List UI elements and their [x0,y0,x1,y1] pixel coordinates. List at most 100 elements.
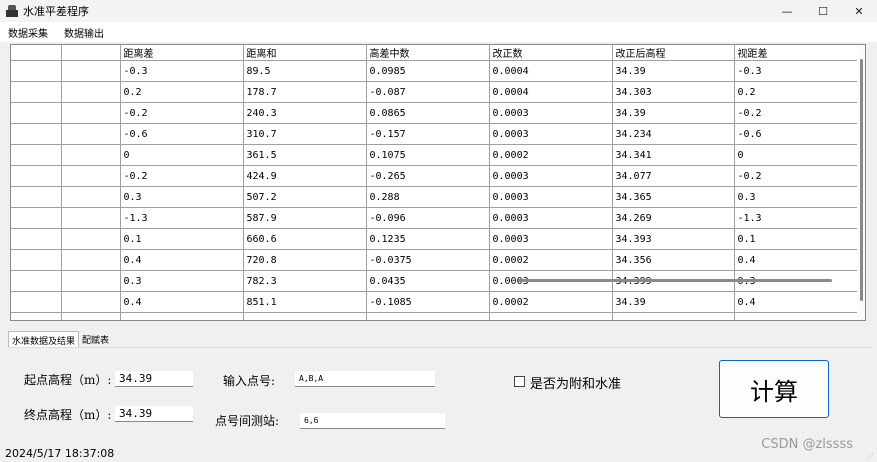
table-cell[interactable] [61,81,121,103]
table-cell[interactable]: -0.0375 [366,249,490,271]
column-header[interactable]: 距离和 [243,45,367,61]
table-cell[interactable] [11,81,62,103]
table-cell[interactable]: 851.1 [243,291,367,313]
table-cell[interactable] [612,312,735,320]
table-cell[interactable]: 0.4 [734,291,858,313]
table-cell[interactable]: -1.3 [734,207,858,229]
stations-input[interactable]: 6,6 [300,413,445,429]
table-cell[interactable]: 0 [734,144,858,166]
column-header[interactable] [11,45,62,61]
table-cell[interactable]: 0.0004 [489,60,613,82]
table-cell[interactable]: 0.0002 [489,249,613,271]
start-elevation-input[interactable]: 34.39 [115,371,193,387]
table-cell[interactable]: 0.4 [120,291,244,313]
table-cell[interactable]: -0.3 [734,60,858,82]
table-cell[interactable]: -0.6 [120,123,244,145]
table-row[interactable]: -1.3 587.9 -0.096 0.0003 34.269 -1.3 [11,207,858,229]
table-cell[interactable] [61,123,121,145]
maximize-button[interactable]: ☐ [805,0,841,22]
table-cell[interactable]: 34.39 [612,102,735,124]
table-cell[interactable] [489,312,613,320]
table-cell[interactable]: 0.1235 [366,228,490,250]
table-cell[interactable] [61,144,121,166]
table-cell[interactable]: 34.393 [612,228,735,250]
table-cell[interactable]: 587.9 [243,207,367,229]
table-cell[interactable]: 424.9 [243,165,367,187]
table-cell[interactable]: 0 [120,144,244,166]
table-cell[interactable] [61,249,121,271]
table-cell[interactable]: -1.3 [120,207,244,229]
column-header[interactable] [61,45,121,61]
table-row[interactable]: -0.3 89.5 0.0985 0.0004 34.39 -0.3 [11,60,858,82]
table-cell[interactable]: 34.303 [612,81,735,103]
table-cell[interactable] [11,228,62,250]
horizontal-scroll-thumb[interactable] [518,279,832,282]
table-cell[interactable]: 0.0435 [366,270,490,292]
table-cell[interactable]: 0.288 [366,186,490,208]
table-cell[interactable]: 0.0985 [366,60,490,82]
table-cell[interactable]: 0.0003 [489,102,613,124]
table-cell[interactable]: 34.077 [612,165,735,187]
vertical-scroll-thumb[interactable] [860,59,863,301]
table-cell[interactable]: -0.2 [734,165,858,187]
table-cell[interactable]: 0.4 [734,249,858,271]
table-cell[interactable]: 720.8 [243,249,367,271]
table-cell[interactable]: 0.3 [120,186,244,208]
table-cell[interactable] [11,291,62,313]
table-row[interactable]: -0.6 310.7 -0.157 0.0003 34.234 -0.6 [11,123,858,145]
table-cell[interactable]: 0.0003 [489,186,613,208]
table-cell[interactable]: 782.3 [243,270,367,292]
annexed-level-checkbox[interactable] [514,376,525,387]
table-cell[interactable] [11,123,62,145]
table-cell[interactable] [61,228,121,250]
table-row[interactable]: -0.2 424.9 -0.265 0.0003 34.077 -0.2 [11,165,858,187]
table-cell[interactable]: 0.2 [120,81,244,103]
table-cell[interactable] [11,312,62,320]
table-cell[interactable] [11,60,62,82]
close-button[interactable]: ✕ [841,0,877,22]
table-cell[interactable]: 0.0004 [489,81,613,103]
table-cell[interactable]: 34.269 [612,207,735,229]
table-cell[interactable]: -0.2 [120,165,244,187]
table-cell[interactable] [243,312,367,320]
table-cell[interactable] [61,165,121,187]
tab-allocation-table[interactable]: 配赋表 [79,331,112,346]
table-cell[interactable]: 507.2 [243,186,367,208]
compute-button[interactable]: 计算 [719,360,829,418]
table-cell[interactable]: 361.5 [243,144,367,166]
table-cell[interactable]: 34.341 [612,144,735,166]
table-cell[interactable]: -0.087 [366,81,490,103]
table-cell[interactable] [366,312,490,320]
table-cell[interactable]: 0.0003 [489,207,613,229]
table-row[interactable]: 0.1 660.6 0.1235 0.0003 34.393 0.1 [11,228,858,250]
table-cell[interactable] [61,102,121,124]
table-cell[interactable] [120,312,244,320]
table-cell[interactable]: 89.5 [243,60,367,82]
table-row[interactable]: 0.2 178.7 -0.087 0.0004 34.303 0.2 [11,81,858,103]
column-header[interactable]: 改正数 [489,45,613,61]
table-cell[interactable]: 34.39 [612,291,735,313]
table-cell[interactable]: -0.2 [734,102,858,124]
resize-grip-icon[interactable]: ⋰ [867,452,875,460]
column-header[interactable]: 距离差 [120,45,244,61]
table-cell[interactable] [61,186,121,208]
table-row[interactable]: 0 361.5 0.1075 0.0002 34.341 0 [11,144,858,166]
table-row[interactable]: -0.2 240.3 0.0865 0.0003 34.39 -0.2 [11,102,858,124]
table-cell[interactable] [61,312,121,320]
table-cell[interactable] [11,270,62,292]
table-cell[interactable] [734,312,858,320]
table-cell[interactable]: 240.3 [243,102,367,124]
table-cell[interactable] [61,60,121,82]
column-header[interactable]: 改正后高程 [612,45,735,61]
table-cell[interactable] [61,270,121,292]
table-cell[interactable]: 0.2 [734,81,858,103]
column-header[interactable]: 视距差 [734,45,858,61]
table-row[interactable]: 0.4 720.8 -0.0375 0.0002 34.356 0.4 [11,249,858,271]
table-cell[interactable]: 0.3 [120,270,244,292]
table-row[interactable]: 0.3 507.2 0.288 0.0003 34.365 0.3 [11,186,858,208]
menu-data-collection[interactable]: 数据采集 [0,25,56,40]
end-elevation-input[interactable]: 34.39 [115,406,193,422]
table-cell[interactable]: 0.0003 [489,165,613,187]
table-cell[interactable]: 34.356 [612,249,735,271]
tab-level-data[interactable]: 水准数据及结果 [8,331,80,347]
